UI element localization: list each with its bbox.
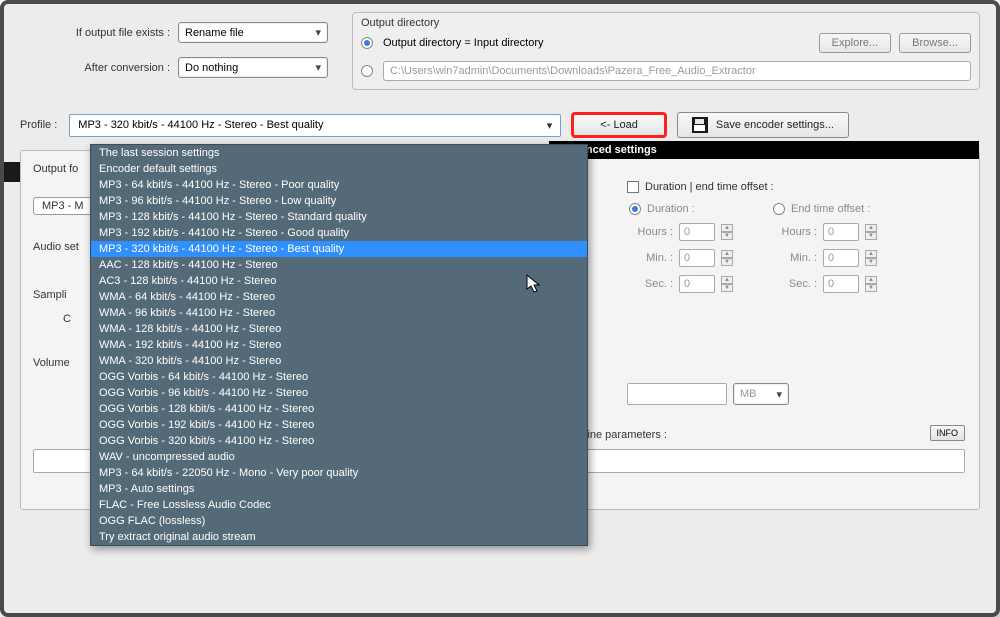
end-offset-radio[interactable] bbox=[773, 203, 785, 215]
output-directory-title: Output directory bbox=[361, 17, 971, 33]
profile-label: Profile : bbox=[20, 119, 59, 131]
outdir-custom-radio[interactable] bbox=[361, 65, 373, 77]
end-min-label: Min. : bbox=[773, 252, 817, 264]
profile-select[interactable]: MP3 - 320 kbit/s - 44100 Hz - Stereo - B… bbox=[69, 114, 561, 137]
profile-option[interactable]: WMA - 320 kbit/s - 44100 Hz - Stereo bbox=[91, 353, 587, 369]
outdir-same-label: Output directory = Input directory bbox=[383, 37, 544, 49]
floppy-icon bbox=[692, 117, 708, 133]
dur-min-input[interactable]: 0 bbox=[679, 249, 715, 267]
load-profile-button[interactable]: <- Load bbox=[571, 112, 667, 138]
end-offset-label: End time offset : bbox=[791, 203, 870, 215]
outdir-path-input[interactable]: C:\Users\win7admin\Documents\Downloads\P… bbox=[383, 61, 971, 81]
if-exists-label: If output file exists : bbox=[20, 27, 170, 39]
after-conversion-select[interactable]: Do nothing bbox=[178, 57, 328, 78]
size-input[interactable] bbox=[627, 383, 727, 405]
profile-option[interactable]: OGG Vorbis - 128 kbit/s - 44100 Hz - Ste… bbox=[91, 401, 587, 417]
profile-option[interactable]: FLAC - Free Lossless Audio Codec bbox=[91, 497, 587, 513]
profile-option[interactable]: The last session settings bbox=[91, 145, 587, 161]
spinner-icon[interactable]: ▲▼ bbox=[721, 224, 733, 240]
end-sec-input[interactable]: 0 bbox=[823, 275, 859, 293]
profile-option[interactable]: OGG Vorbis - 96 kbit/s - 44100 Hz - Ster… bbox=[91, 385, 587, 401]
profile-option[interactable]: OGG FLAC (lossless) bbox=[91, 513, 587, 529]
dur-hours-label: Hours : bbox=[629, 226, 673, 238]
profile-option[interactable]: WMA - 64 kbit/s - 44100 Hz - Stereo bbox=[91, 289, 587, 305]
profile-option[interactable]: WAV - uncompressed audio bbox=[91, 449, 587, 465]
cmdline-label: line parameters : bbox=[585, 429, 667, 441]
profile-option[interactable]: OGG Vorbis - 192 kbit/s - 44100 Hz - Ste… bbox=[91, 417, 587, 433]
end-sec-label: Sec. : bbox=[773, 278, 817, 290]
spinner-icon[interactable]: ▲▼ bbox=[865, 276, 877, 292]
output-directory-group: Output directory Output directory = Inpu… bbox=[352, 12, 980, 90]
dur-hours-input[interactable]: 0 bbox=[679, 223, 715, 241]
end-hours-input[interactable]: 0 bbox=[823, 223, 859, 241]
outdir-same-radio[interactable] bbox=[361, 37, 373, 49]
profile-option[interactable]: WMA - 96 kbit/s - 44100 Hz - Stereo bbox=[91, 305, 587, 321]
profile-option[interactable]: Encoder default settings bbox=[91, 161, 587, 177]
duration-checkbox[interactable] bbox=[627, 181, 639, 193]
profile-dropdown[interactable]: The last session settingsEncoder default… bbox=[90, 144, 588, 546]
duration-radio[interactable] bbox=[629, 203, 641, 215]
duration-header: Duration | end time offset : bbox=[645, 181, 774, 193]
profile-option[interactable]: Try extract original audio stream bbox=[91, 529, 587, 545]
browse-button[interactable]: Browse... bbox=[899, 33, 971, 53]
profile-option[interactable]: MP3 - 192 kbit/s - 44100 Hz - Stereo - G… bbox=[91, 225, 587, 241]
profile-option[interactable]: MP3 - 320 kbit/s - 44100 Hz - Stereo - B… bbox=[91, 241, 587, 257]
after-conversion-label: After conversion : bbox=[20, 62, 170, 74]
profile-option[interactable]: MP3 - Auto settings bbox=[91, 481, 587, 497]
dur-sec-label: Sec. : bbox=[629, 278, 673, 290]
profile-option[interactable]: MP3 - 96 kbit/s - 44100 Hz - Stereo - Lo… bbox=[91, 193, 587, 209]
general-options: If output file exists : Rename file Afte… bbox=[20, 12, 328, 90]
profile-option[interactable]: OGG Vorbis - 320 kbit/s - 44100 Hz - Ste… bbox=[91, 433, 587, 449]
profile-option[interactable]: WMA - 192 kbit/s - 44100 Hz - Stereo bbox=[91, 337, 587, 353]
profile-option[interactable]: AC3 - 128 kbit/s - 44100 Hz - Stereo bbox=[91, 273, 587, 289]
end-min-input[interactable]: 0 bbox=[823, 249, 859, 267]
app-window: If output file exists : Rename file Afte… bbox=[0, 0, 1000, 617]
spinner-icon[interactable]: ▲▼ bbox=[721, 250, 733, 266]
profile-option[interactable]: OGG Vorbis - 64 kbit/s - 44100 Hz - Ster… bbox=[91, 369, 587, 385]
info-button[interactable]: INFO bbox=[930, 425, 966, 441]
profile-option[interactable]: MP3 - 128 kbit/s - 44100 Hz - Stereo - S… bbox=[91, 209, 587, 225]
dur-sec-input[interactable]: 0 bbox=[679, 275, 715, 293]
spinner-icon[interactable]: ▲▼ bbox=[865, 224, 877, 240]
dur-min-label: Min. : bbox=[629, 252, 673, 264]
spinner-icon[interactable]: ▲▼ bbox=[721, 276, 733, 292]
profile-option[interactable]: AAC - 128 kbit/s - 44100 Hz - Stereo bbox=[91, 257, 587, 273]
if-exists-select[interactable]: Rename file bbox=[178, 22, 328, 43]
duration-label: Duration : bbox=[647, 203, 695, 215]
end-hours-label: Hours : bbox=[773, 226, 817, 238]
advanced-settings-header: Advanced settings bbox=[549, 141, 979, 159]
size-unit-select[interactable]: MB bbox=[733, 383, 789, 405]
save-encoder-button[interactable]: Save encoder settings... bbox=[677, 112, 849, 138]
profile-option[interactable]: WMA - 128 kbit/s - 44100 Hz - Stereo bbox=[91, 321, 587, 337]
profile-option[interactable]: MP3 - 64 kbit/s - 22050 Hz - Mono - Very… bbox=[91, 465, 587, 481]
explore-button[interactable]: Explore... bbox=[819, 33, 891, 53]
profile-option[interactable]: MP3 - 64 kbit/s - 44100 Hz - Stereo - Po… bbox=[91, 177, 587, 193]
spinner-icon[interactable]: ▲▼ bbox=[865, 250, 877, 266]
